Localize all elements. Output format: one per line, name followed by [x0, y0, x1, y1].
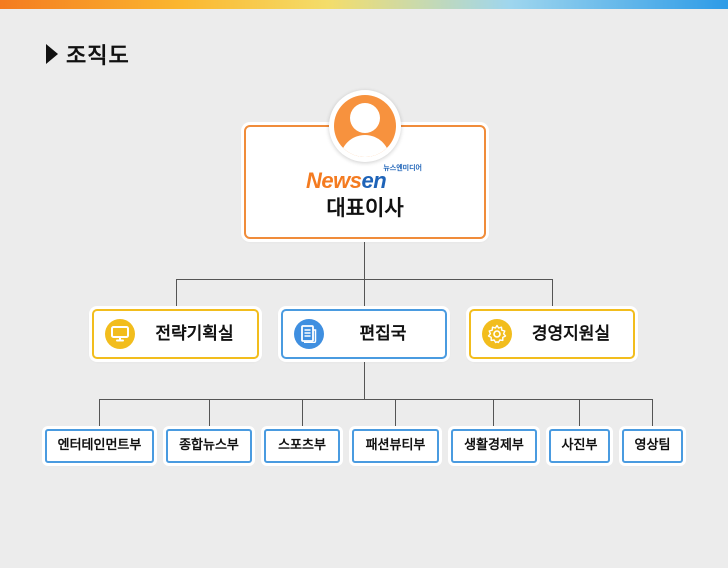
connector-team-7: [652, 399, 653, 429]
connector-ceo-down: [364, 239, 365, 280]
dept-strategy-planning: 전략기획실: [92, 309, 259, 359]
connector-team-5: [493, 399, 494, 429]
team-video: 영상팀: [622, 429, 683, 463]
dept-management-support: 경영지원실: [469, 309, 635, 359]
newsen-logo: 뉴스엔미디어 Newsen: [306, 163, 426, 193]
connector-dept-2: [364, 279, 365, 309]
logo-wordmark: Newsen: [306, 168, 387, 193]
page-title: 조직도: [46, 38, 130, 70]
team-photo: 사진부: [549, 429, 610, 463]
gear-icon: [482, 319, 512, 349]
page-title-text: 조직도: [66, 44, 130, 69]
team-fashion-beauty: 패션뷰티부: [352, 429, 439, 463]
dept-label: 경영지원실: [531, 324, 611, 344]
top-gradient-bar: [0, 0, 728, 9]
dept-editorial: 편집국: [281, 309, 447, 359]
team-general-news: 종합뉴스부: [166, 429, 252, 463]
connector-team-6: [579, 399, 580, 429]
ceo-avatar: [329, 90, 401, 162]
connector-dept-1: [176, 279, 177, 309]
ceo-label: 대표이사: [326, 196, 404, 220]
triangle-bullet-icon: [46, 44, 58, 64]
dept-label: 편집국: [359, 324, 407, 344]
document-icon: [294, 319, 324, 349]
team-entertainment: 엔터테인먼트부: [45, 429, 154, 463]
team-life-economy: 생활경제부: [451, 429, 537, 463]
logo-subtitle: 뉴스엔미디어: [383, 164, 422, 172]
user-avatar-icon: [334, 95, 396, 157]
connector-editorial-down: [364, 359, 365, 400]
connector-team-1: [99, 399, 100, 429]
connector-team-4: [395, 399, 396, 429]
monitor-icon: [105, 319, 135, 349]
connector-team-3: [302, 399, 303, 429]
team-sports: 스포츠부: [264, 429, 340, 463]
connector-team-bar: [99, 399, 653, 400]
connector-dept-3: [552, 279, 553, 309]
connector-team-2: [209, 399, 210, 429]
dept-label: 전략기획실: [155, 324, 234, 344]
